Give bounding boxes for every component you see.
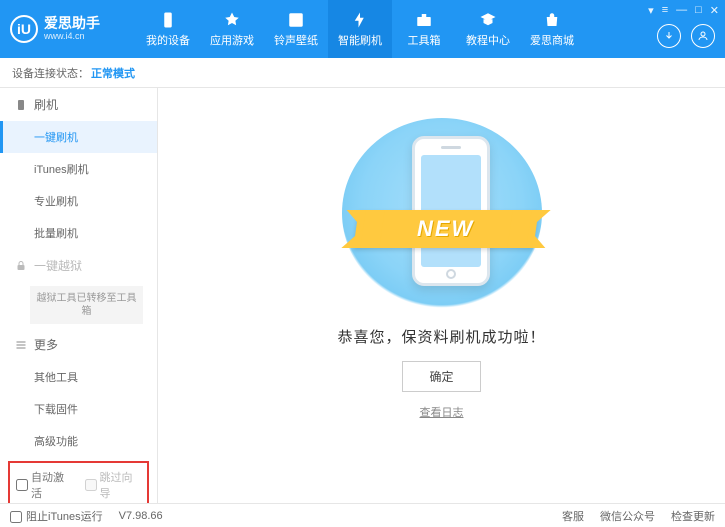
sidebar-group-flash[interactable]: 刷机 [0,88,157,121]
footer-link-check-update[interactable]: 检查更新 [671,508,715,524]
view-log-link[interactable]: 查看日志 [420,404,464,420]
tutorial-icon [479,11,497,29]
flash-group-icon [14,98,28,112]
flash-icon [351,11,369,29]
logo: iU 爱思助手 www.i4.cn [10,15,136,43]
block-itunes-checkbox[interactable]: 阻止iTunes运行 [10,508,103,524]
logo-icon: iU [10,15,38,43]
nav-smart-flash[interactable]: 智能刷机 [328,0,392,58]
connection-status-row: 设备连接状态： 正常模式 [0,58,725,88]
status-label: 设备连接状态： [12,65,89,81]
footer-bar: 阻止iTunes运行 V7.98.66 客服 微信公众号 检查更新 [0,503,725,527]
sidebar-item-pro-flash[interactable]: 专业刷机 [0,185,157,217]
footer-link-wechat[interactable]: 微信公众号 [600,508,655,524]
new-ribbon: NEW [353,210,538,248]
app-header: iU 爱思助手 www.i4.cn 我的设备 应用游戏 铃声壁纸 智能刷机 工具… [0,0,725,58]
sidebar-group-jailbreak: 一键越狱 [0,249,157,282]
version-label: V7.98.66 [119,510,163,522]
close-button[interactable]: ✕ [710,4,719,17]
status-mode: 正常模式 [91,65,135,81]
sidebar-item-download-firmware[interactable]: 下载固件 [0,393,157,425]
nav-my-device[interactable]: 我的设备 [136,0,200,58]
nav-store[interactable]: 爱思商城 [520,0,584,58]
success-message: 恭喜您，保资料刷机成功啦！ [337,326,545,347]
app-url: www.i4.cn [44,32,100,42]
options-highlight-box: 自动激活 跳过向导 [8,461,149,503]
ok-button[interactable]: 确定 [402,361,480,392]
nav-tutorials[interactable]: 教程中心 [456,0,520,58]
user-button[interactable] [691,24,715,48]
menu-icon[interactable]: ≡ [662,4,668,17]
window-controls: ▾ ≡ — □ ✕ [648,4,719,17]
store-icon [543,11,561,29]
apps-icon [223,11,241,29]
main-content: NEW 恭喜您，保资料刷机成功啦！ 确定 查看日志 [158,88,725,503]
sidebar-group-more[interactable]: 更多 [0,328,157,361]
sidebar-item-itunes-flash[interactable]: iTunes刷机 [0,153,157,185]
wallpaper-icon [287,11,305,29]
nav-apps-games[interactable]: 应用游戏 [200,0,264,58]
shirt-icon[interactable]: ▾ [648,4,654,17]
lock-icon [14,259,28,273]
toolbox-icon [415,11,433,29]
device-icon [159,11,177,29]
top-nav: 我的设备 应用游戏 铃声壁纸 智能刷机 工具箱 教程中心 爱思商城 [136,0,584,58]
nav-toolbox[interactable]: 工具箱 [392,0,456,58]
auto-activate-checkbox[interactable]: 自动激活 [16,469,73,501]
sidebar: 刷机 一键刷机 iTunes刷机 专业刷机 批量刷机 一键越狱 越狱工具已转移至… [0,88,158,503]
skip-setup-checkbox[interactable]: 跳过向导 [85,469,142,501]
sidebar-item-batch-flash[interactable]: 批量刷机 [0,217,157,249]
download-button[interactable] [657,24,681,48]
sidebar-item-other-tools[interactable]: 其他工具 [0,361,157,393]
app-title: 爱思助手 [44,16,100,31]
nav-ringtone-wallpaper[interactable]: 铃声壁纸 [264,0,328,58]
footer-link-support[interactable]: 客服 [562,508,584,524]
success-illustration: NEW [342,118,542,308]
minimize-button[interactable]: — [676,4,687,17]
more-icon [14,338,28,352]
sidebar-item-advanced[interactable]: 高级功能 [0,425,157,457]
sidebar-item-oneclick-flash[interactable]: 一键刷机 [0,121,157,153]
maximize-button[interactable]: □ [695,4,702,17]
jailbreak-note: 越狱工具已转移至工具箱 [30,286,143,324]
